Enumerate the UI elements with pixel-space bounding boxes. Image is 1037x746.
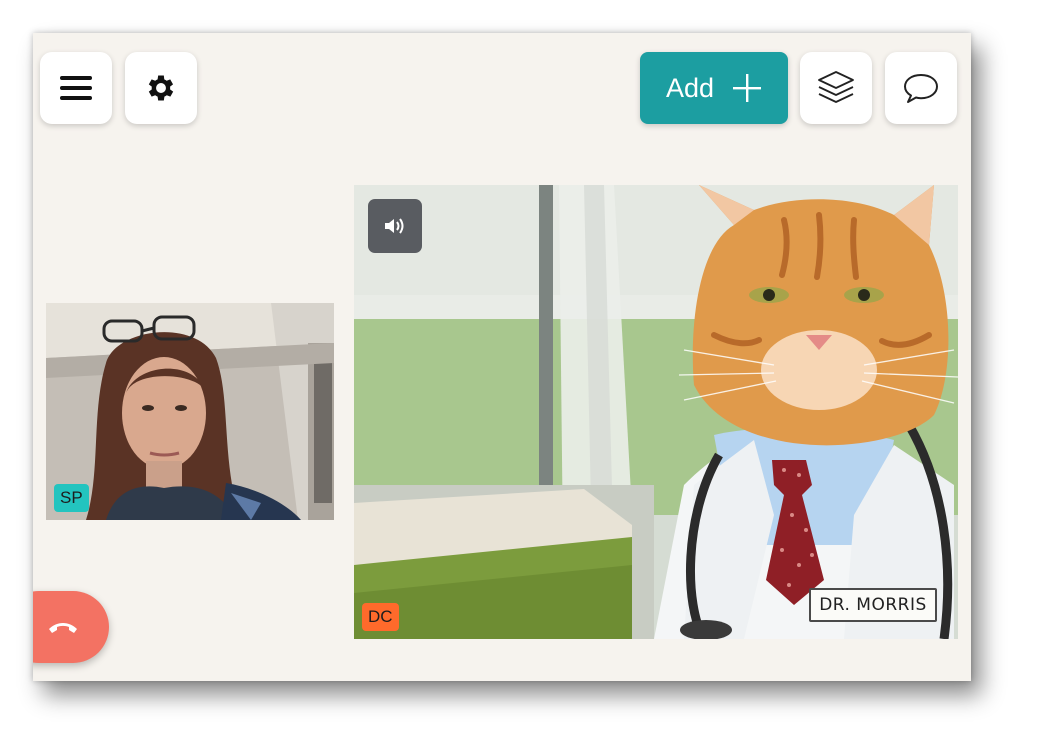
self-video-feed: [46, 303, 334, 520]
self-initials-badge: SP: [54, 484, 89, 512]
settings-button[interactable]: [125, 52, 197, 124]
chat-button[interactable]: [885, 52, 957, 124]
layers-icon: [818, 71, 854, 103]
video-call-window: Add SP DR. MORRIS DC: [33, 33, 971, 681]
add-button-label: Add: [665, 72, 715, 103]
remote-video-tile: DR. MORRIS DC: [354, 185, 958, 639]
chat-bubble-icon: [904, 74, 938, 103]
add-button[interactable]: Add: [640, 52, 788, 124]
menu-icon: [60, 76, 92, 100]
remote-initials-badge: DC: [362, 603, 399, 631]
speaker-icon: [385, 218, 404, 234]
layers-button[interactable]: [800, 52, 872, 124]
menu-button[interactable]: [40, 52, 112, 124]
hang-up-button[interactable]: [33, 591, 109, 663]
phone-hangup-icon: [49, 623, 77, 633]
remote-video-feed: [354, 185, 958, 639]
gear-icon: [148, 75, 174, 101]
self-video-tile: SP: [46, 303, 334, 520]
plus-icon: [733, 74, 762, 102]
audio-toggle-button[interactable]: [368, 199, 422, 253]
name-tag: DR. MORRIS: [809, 588, 937, 622]
